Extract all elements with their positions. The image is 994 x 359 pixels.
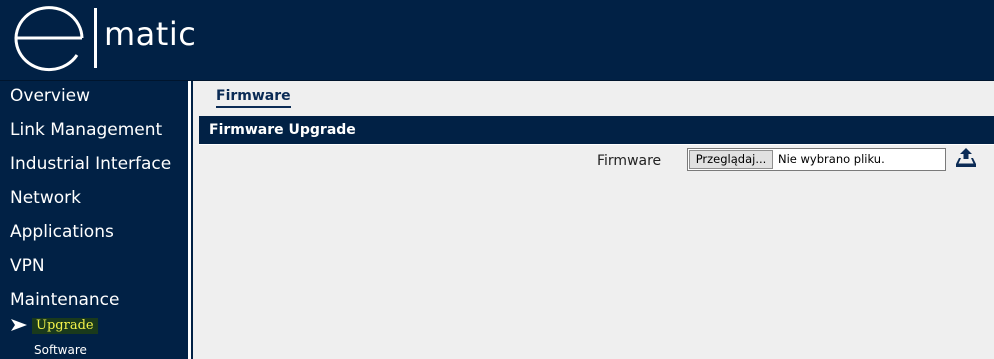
section-title: Firmware Upgrade: [209, 122, 356, 138]
logo-text: matic: [104, 15, 197, 53]
logo-e-mark: [14, 6, 84, 72]
sidebar-item-industrial-interface[interactable]: Industrial Interface: [10, 153, 171, 175]
upload-icon[interactable]: [954, 147, 978, 169]
logo-divider: [94, 8, 97, 68]
browse-button[interactable]: Przeglądaj...: [689, 150, 773, 169]
active-arrow-icon: [11, 319, 27, 331]
sidebar-subitem-upgrade[interactable]: Upgrade: [32, 318, 98, 334]
sidebar-item-network[interactable]: Network: [10, 187, 81, 209]
sidebar-item-applications[interactable]: Applications: [10, 221, 114, 243]
sidebar-item-link-management[interactable]: Link Management: [10, 119, 162, 141]
firmware-file-input[interactable]: Przeglądaj... Nie wybrano pliku.: [687, 148, 946, 171]
sidebar-subitem-software[interactable]: Software: [34, 342, 87, 358]
app-window: matic Overview Link Management Industria…: [0, 0, 994, 359]
sidebar-item-vpn[interactable]: VPN: [10, 255, 45, 277]
tab-firmware[interactable]: Firmware: [216, 87, 291, 108]
firmware-field-label: Firmware: [597, 153, 662, 169]
main-content: Firmware Firmware Upgrade Firmware Przeg…: [193, 81, 994, 359]
file-status-text: Nie wybrano pliku.: [778, 152, 885, 166]
section-header: Firmware Upgrade: [199, 116, 994, 145]
sidebar-nav: Overview Link Management Industrial Inte…: [0, 81, 188, 359]
sidebar-item-maintenance[interactable]: Maintenance: [10, 289, 119, 311]
header-bar: matic: [0, 0, 994, 81]
sidebar-item-overview[interactable]: Overview: [10, 85, 90, 107]
